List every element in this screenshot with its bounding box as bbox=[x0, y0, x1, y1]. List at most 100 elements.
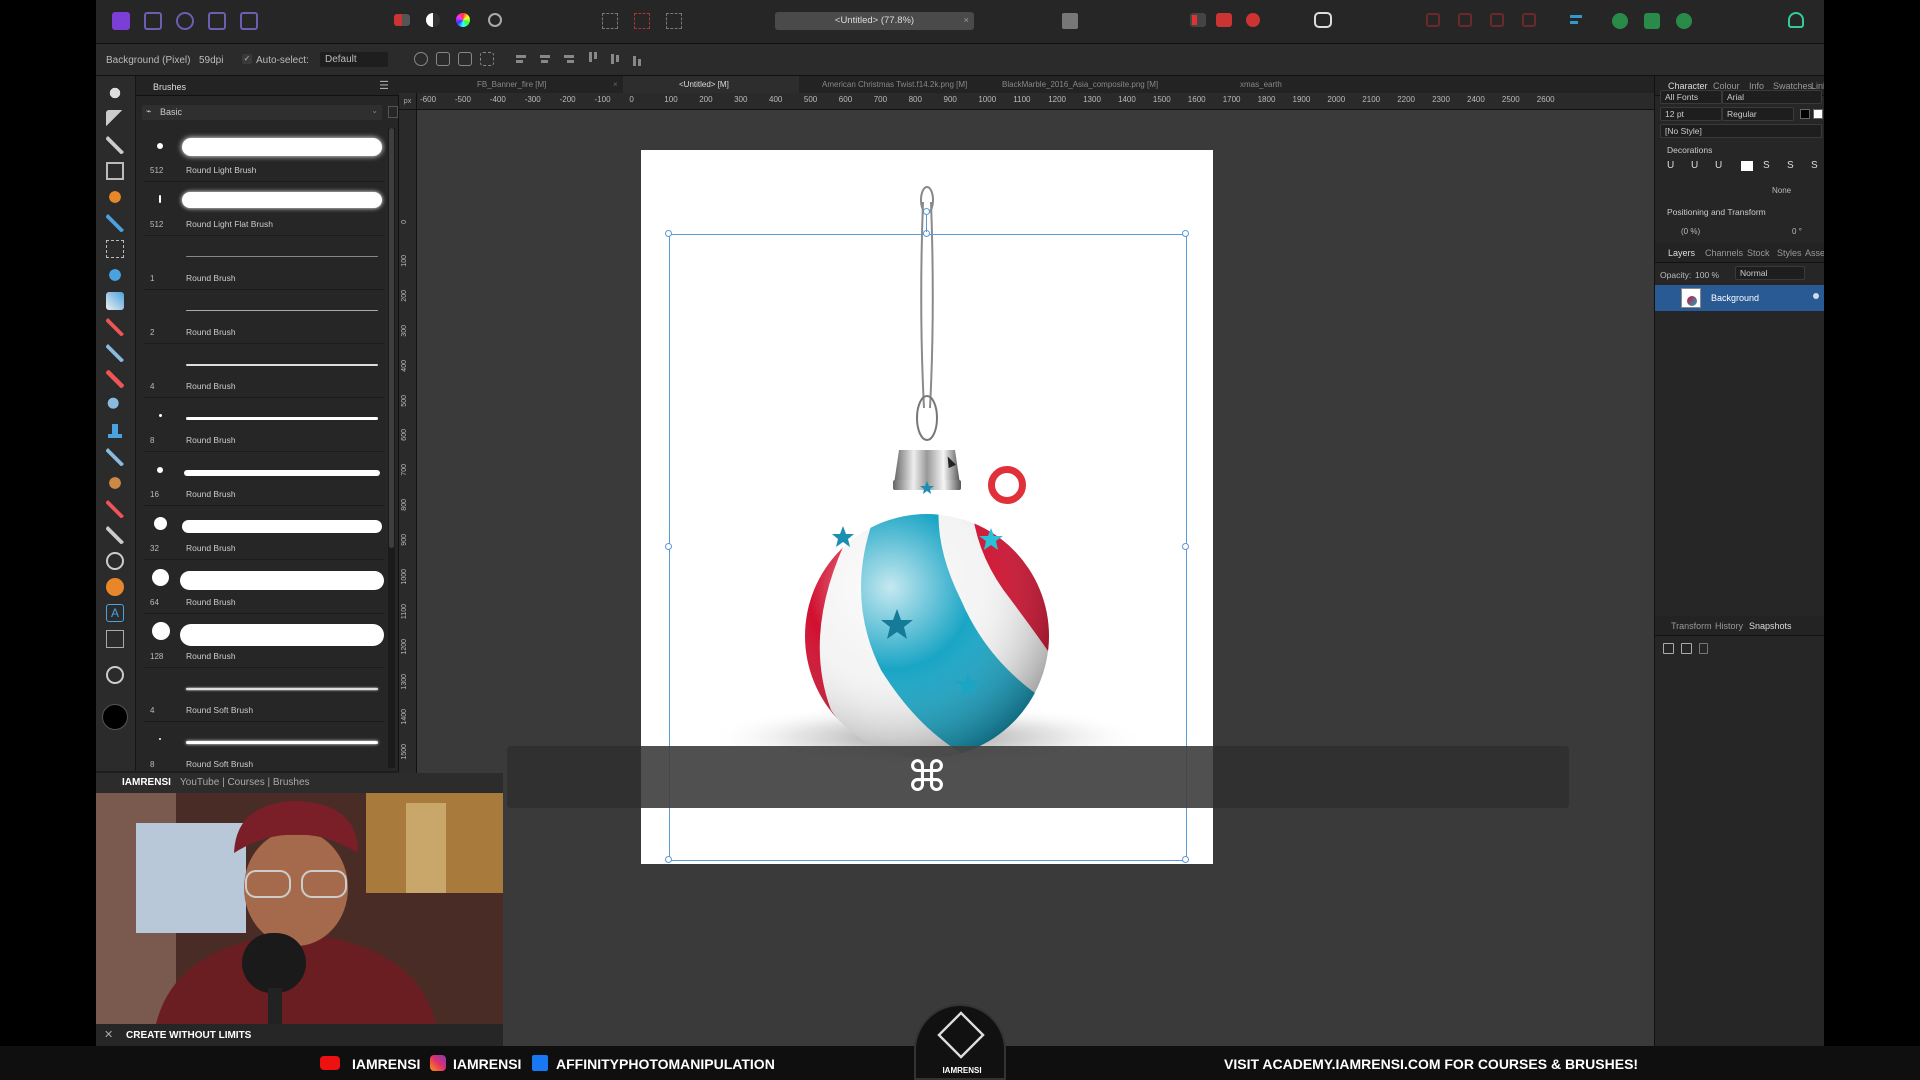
opacity-field[interactable]: 100 % bbox=[1695, 270, 1719, 280]
transform-origin-icon[interactable] bbox=[414, 52, 428, 66]
doc-tab[interactable]: BlackMarble_2016_Asia_composite.png [M] bbox=[1002, 80, 1158, 89]
selection-brush-icon[interactable] bbox=[106, 188, 124, 206]
tab-assets[interactable]: Assets bbox=[1805, 248, 1824, 258]
align-icon[interactable] bbox=[1570, 13, 1586, 27]
brush-item[interactable]: 8 Round Brush bbox=[144, 398, 384, 452]
selection-handle[interactable] bbox=[1182, 230, 1189, 237]
underline-button[interactable]: U bbox=[1667, 160, 1674, 171]
ruler-origin[interactable]: px bbox=[399, 93, 417, 110]
doc-tab[interactable]: xmas_earth bbox=[1240, 80, 1282, 89]
add-snapshot-icon[interactable] bbox=[1681, 643, 1692, 654]
quick-mask-icon[interactable] bbox=[1062, 13, 1078, 29]
tab-history[interactable]: History bbox=[1715, 621, 1743, 631]
blur-brush-icon[interactable] bbox=[106, 500, 124, 518]
double-strikethrough-button[interactable]: S bbox=[1787, 160, 1794, 171]
strikethrough-color-button[interactable]: S bbox=[1811, 160, 1818, 171]
brush-panel-menu-icon[interactable] bbox=[388, 106, 398, 118]
ellipse-tool-icon[interactable] bbox=[106, 552, 124, 570]
mesh-warp-icon[interactable] bbox=[106, 630, 124, 648]
gradient-tool-icon[interactable] bbox=[106, 292, 124, 310]
paint-brush-icon[interactable] bbox=[106, 318, 124, 336]
healing-brush-icon[interactable] bbox=[106, 448, 124, 466]
font-style-dropdown[interactable]: Regular bbox=[1722, 107, 1794, 121]
marquee-tool-icon[interactable] bbox=[106, 240, 124, 258]
align-bottom-icon[interactable] bbox=[630, 52, 644, 66]
double-underline-button[interactable]: U bbox=[1691, 160, 1698, 171]
layer-row[interactable]: Background bbox=[1655, 285, 1824, 311]
tracking-field[interactable]: (0 %) bbox=[1681, 227, 1700, 236]
show-selection-box-icon[interactable] bbox=[436, 52, 450, 66]
brush-item[interactable]: 512 Round Light Brush bbox=[144, 128, 384, 182]
horizontal-ruler[interactable]: -600 -500 -400 -300 -200 -100 0 100 200 300 400 500… bbox=[417, 93, 1654, 110]
selection-handle[interactable] bbox=[665, 230, 672, 237]
affinity-photo-icon[interactable] bbox=[112, 12, 130, 30]
underline-fill-swatch[interactable] bbox=[1741, 161, 1753, 171]
selection-handle[interactable] bbox=[1182, 543, 1189, 550]
close-document-icon[interactable]: × bbox=[963, 12, 969, 30]
globe-icon[interactable] bbox=[1676, 13, 1692, 29]
brush-item[interactable]: 128 Round Brush bbox=[144, 614, 384, 668]
selection-handle[interactable] bbox=[665, 856, 672, 863]
delete-snapshot-icon[interactable] bbox=[1699, 643, 1708, 654]
pen-tool-icon[interactable] bbox=[106, 526, 124, 544]
align-middle-icon[interactable] bbox=[608, 52, 622, 66]
liquify-persona-icon[interactable] bbox=[144, 12, 162, 30]
strikethrough-button[interactable]: S bbox=[1763, 160, 1770, 171]
show-handles-icon[interactable] bbox=[458, 52, 472, 66]
auto-select-checkbox[interactable]: ✓ bbox=[242, 54, 252, 64]
shape-tool-icon[interactable] bbox=[106, 578, 124, 596]
align-left-icon[interactable] bbox=[516, 52, 530, 66]
rotation-handle[interactable] bbox=[923, 208, 930, 215]
arrange-forward-icon[interactable] bbox=[1490, 13, 1504, 27]
arrange-back-icon[interactable] bbox=[1426, 13, 1440, 27]
color-picker-icon[interactable] bbox=[106, 136, 124, 154]
layer-visibility-icon[interactable] bbox=[1813, 293, 1819, 299]
primary-color-swatch[interactable] bbox=[102, 704, 128, 730]
color-wheel-icon[interactable] bbox=[456, 13, 470, 27]
personas-icon[interactable] bbox=[1612, 13, 1628, 29]
align-top-icon[interactable] bbox=[586, 52, 600, 66]
tab-stock[interactable]: Stock bbox=[1747, 248, 1770, 258]
panel-menu-icon[interactable]: ☰ bbox=[379, 79, 389, 92]
smudge-brush-icon[interactable] bbox=[106, 474, 124, 492]
move-tool-arrow-icon[interactable] bbox=[106, 110, 124, 128]
brush-item[interactable]: 4 Round Soft Brush bbox=[144, 668, 384, 722]
deselect-icon[interactable] bbox=[634, 13, 650, 29]
invert-selection-icon[interactable] bbox=[666, 13, 682, 29]
zoom-tool-icon[interactable] bbox=[106, 666, 124, 684]
assistant-icon[interactable] bbox=[1314, 12, 1332, 28]
text-background-swatch[interactable] bbox=[1813, 109, 1823, 119]
snapping-icon[interactable] bbox=[1190, 13, 1206, 27]
text-tool-icon[interactable]: A bbox=[106, 604, 124, 622]
doc-tab[interactable]: FB_Banner_fire [M] bbox=[477, 80, 546, 89]
font-size-field[interactable]: 12 pt bbox=[1660, 107, 1722, 121]
brush-category-dropdown[interactable]: ⌁ Basic ⌄ bbox=[142, 105, 382, 120]
levels-icon[interactable] bbox=[394, 14, 410, 26]
arrange-front-icon[interactable] bbox=[1522, 13, 1536, 27]
crop-tool-icon[interactable] bbox=[106, 162, 124, 180]
force-pixel-alignment-icon[interactable] bbox=[1216, 13, 1232, 27]
develop-persona-icon[interactable] bbox=[176, 12, 194, 30]
brushes-tab[interactable]: Brushes bbox=[153, 82, 186, 92]
brush-item[interactable]: 8 Round Soft Brush bbox=[144, 722, 384, 768]
brush-item[interactable]: 512 Round Light Flat Brush bbox=[144, 182, 384, 236]
select-all-icon[interactable] bbox=[602, 13, 618, 29]
blend-mode-dropdown[interactable]: Normal bbox=[1735, 266, 1805, 280]
tab-snapshots[interactable]: Snapshots bbox=[1749, 621, 1792, 631]
dodge-brush-icon[interactable] bbox=[106, 396, 124, 414]
brush-item[interactable]: 2 Round Brush bbox=[144, 290, 384, 344]
underline-color-button[interactable]: U bbox=[1715, 160, 1722, 171]
flood-select-icon[interactable] bbox=[106, 214, 124, 232]
tab-styles[interactable]: Styles bbox=[1777, 248, 1802, 258]
tab-channels[interactable]: Channels bbox=[1705, 248, 1743, 258]
doc-tab-active[interactable]: <Untitled> [M] bbox=[679, 80, 729, 89]
font-family-dropdown[interactable]: Arial bbox=[1722, 90, 1822, 104]
brush-item[interactable]: 4 Round Brush bbox=[144, 344, 384, 398]
brush-item[interactable]: 1 Round Brush bbox=[144, 236, 384, 290]
decorations-header[interactable]: Decorations bbox=[1667, 145, 1712, 155]
restore-snapshot-icon[interactable] bbox=[1663, 643, 1674, 654]
tab-transform[interactable]: Transform bbox=[1671, 621, 1712, 631]
add-layer-icon[interactable] bbox=[1644, 13, 1660, 29]
tab-layers[interactable]: Layers bbox=[1668, 248, 1695, 258]
brush-item[interactable]: 16 Round Brush bbox=[144, 452, 384, 506]
